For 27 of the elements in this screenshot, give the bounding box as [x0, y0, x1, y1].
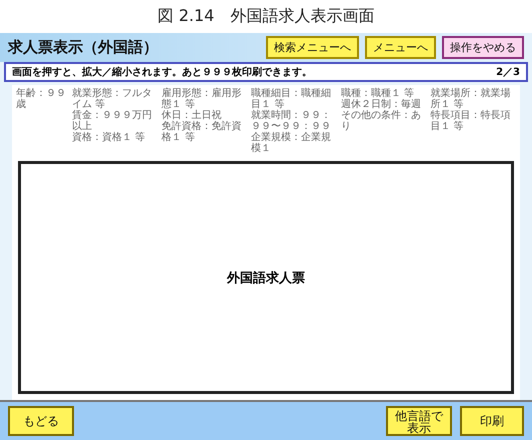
summary-item: 免許資格：免許資格１ 等: [162, 121, 243, 143]
footer-button[interactable]: 印刷: [460, 406, 524, 436]
figure-caption: 図 2.14 外国語求人表示画面: [156, 5, 376, 27]
summary-item: 特長項目：特長項目１ 等: [430, 110, 512, 132]
summary-item: 職種：職種１ 等: [340, 88, 415, 99]
summary-item: 就業形態：フルタイム 等: [72, 88, 153, 110]
header-button[interactable]: 検索メニューへ: [266, 36, 359, 59]
summary-item: 就業場所：就業場所１ 等: [430, 88, 512, 110]
summary-item: 年齢：９９歳: [16, 88, 67, 110]
footer-button[interactable]: もどる: [8, 406, 74, 436]
info-message: 画面を押すと、拡大／縮小されます。あと９９９枚印刷できます。: [12, 66, 312, 79]
summary-item: 就業時間：９９：９９〜９９：９９: [251, 110, 332, 132]
summary-item: 雇用形態：雇用形態１ 等: [162, 88, 243, 110]
document-area[interactable]: 外国語求人票: [12, 157, 520, 400]
header-button[interactable]: 操作をやめる: [442, 36, 524, 59]
header-button[interactable]: メニューへ: [365, 36, 436, 59]
summary-item: 賃金：９９９万円以上: [72, 110, 153, 132]
sheet-label: 外国語求人票: [227, 270, 305, 286]
summary-item: 企業規模：企業規模１: [251, 132, 332, 154]
footer-button[interactable]: 他言語で表示: [386, 406, 452, 436]
summary-item: その他の条件：あり: [340, 110, 422, 132]
summary-item: 週休２日制：毎週: [340, 99, 422, 110]
summary-item: 職種細目：職種細目１ 等: [251, 88, 332, 110]
summary-item: 資格：資格１ 等: [72, 132, 146, 143]
page-indicator: 2／3: [496, 66, 520, 79]
screen-title: 求人票表示（外国語）: [8, 38, 159, 57]
summary-item: 休日：土日祝: [162, 110, 222, 121]
